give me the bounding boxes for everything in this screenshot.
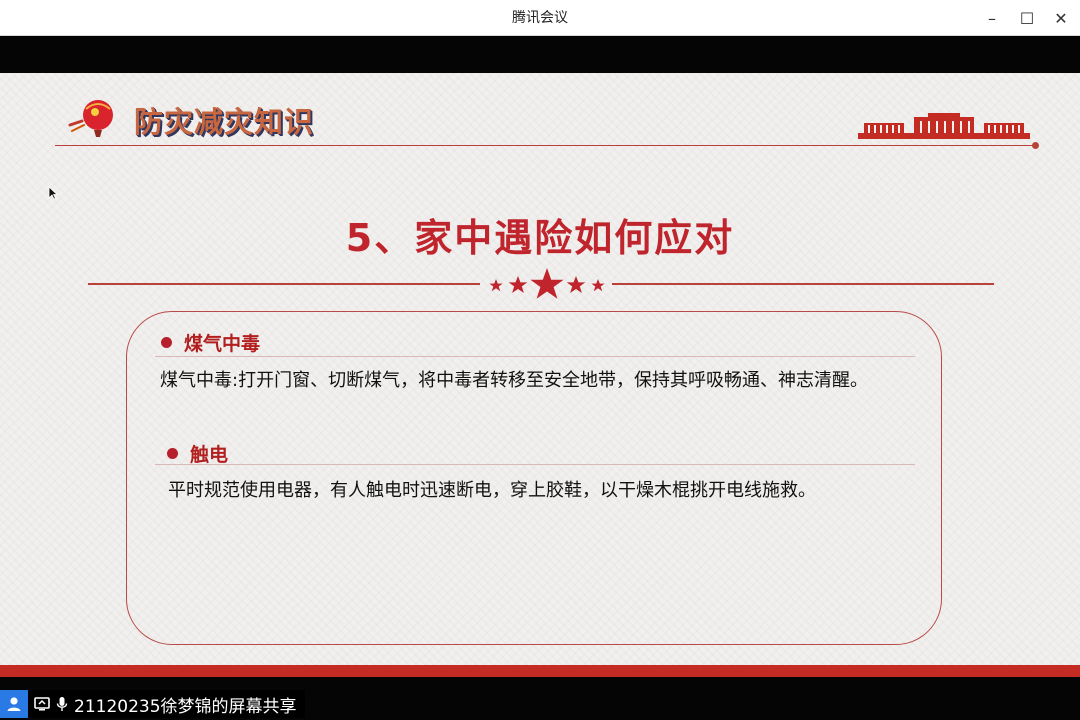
participant-button[interactable] xyxy=(0,690,28,718)
screen-share-label: 21120235徐梦锦的屏幕共享 xyxy=(74,696,297,717)
section-underline xyxy=(155,356,915,357)
screen-share-icon xyxy=(34,697,50,711)
section-electric-shock-heading: 触电 xyxy=(167,440,228,467)
section-gas-poisoning-text: 煤气中毒:打开门窗、切断煤气，将中毒者转移至安全地带，保持其呼吸畅通、神志清醒。 xyxy=(160,370,869,391)
section-underline xyxy=(155,464,915,465)
pointer-icon xyxy=(48,186,58,200)
maximize-icon: ☐ xyxy=(1019,8,1035,28)
top-letterbox xyxy=(0,37,1080,73)
microphone-icon[interactable] xyxy=(56,696,68,712)
window-titlebar: 腾讯会议 – ☐ ✕ xyxy=(0,0,1080,36)
bullet-icon xyxy=(167,448,178,459)
minimize-button[interactable]: – xyxy=(975,0,1009,36)
user-icon xyxy=(7,697,21,711)
close-button[interactable]: ✕ xyxy=(1044,0,1078,36)
section-heading-text: 煤气中毒 xyxy=(184,333,261,355)
slide-content-layer: 煤气中毒 煤气中毒:打开门窗、切断煤气，将中毒者转移至安全地带，保持其呼吸畅通、… xyxy=(0,73,1080,665)
section-electric-shock-text: 平时规范使用电器，有人触电时迅速断电，穿上胶鞋，以干燥木棍挑开电线施救。 xyxy=(168,480,816,501)
section-gas-poisoning-heading: 煤气中毒 xyxy=(161,329,260,356)
minimize-icon: – xyxy=(988,8,996,28)
maximize-button[interactable]: ☐ xyxy=(1010,0,1044,36)
slide-footer-bar xyxy=(0,665,1080,677)
window-title: 腾讯会议 xyxy=(512,10,568,26)
screen-share-status-bar[interactable]: 21120235徐梦锦的屏幕共享 xyxy=(0,690,305,718)
section-heading-text: 触电 xyxy=(190,444,229,466)
bullet-icon xyxy=(161,337,172,348)
close-icon: ✕ xyxy=(1054,8,1068,28)
